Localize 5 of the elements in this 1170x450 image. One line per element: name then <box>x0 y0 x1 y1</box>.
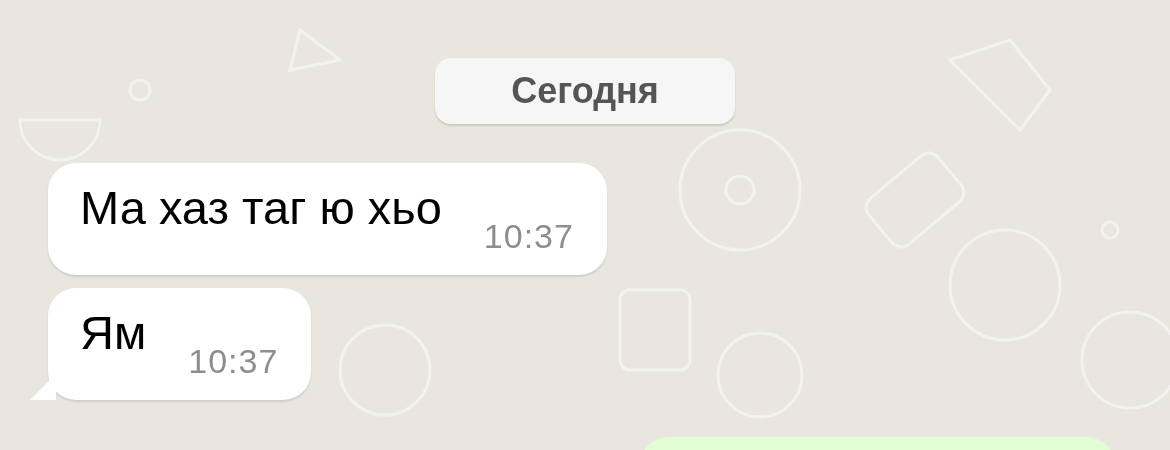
message-text: Ям <box>80 309 147 356</box>
date-separator: Сегодня <box>435 58 735 124</box>
message-time: 10:37 <box>483 219 574 253</box>
message-time: 10:37 <box>188 344 279 378</box>
message-text: Ма хаз таг ю хьо <box>80 184 442 231</box>
